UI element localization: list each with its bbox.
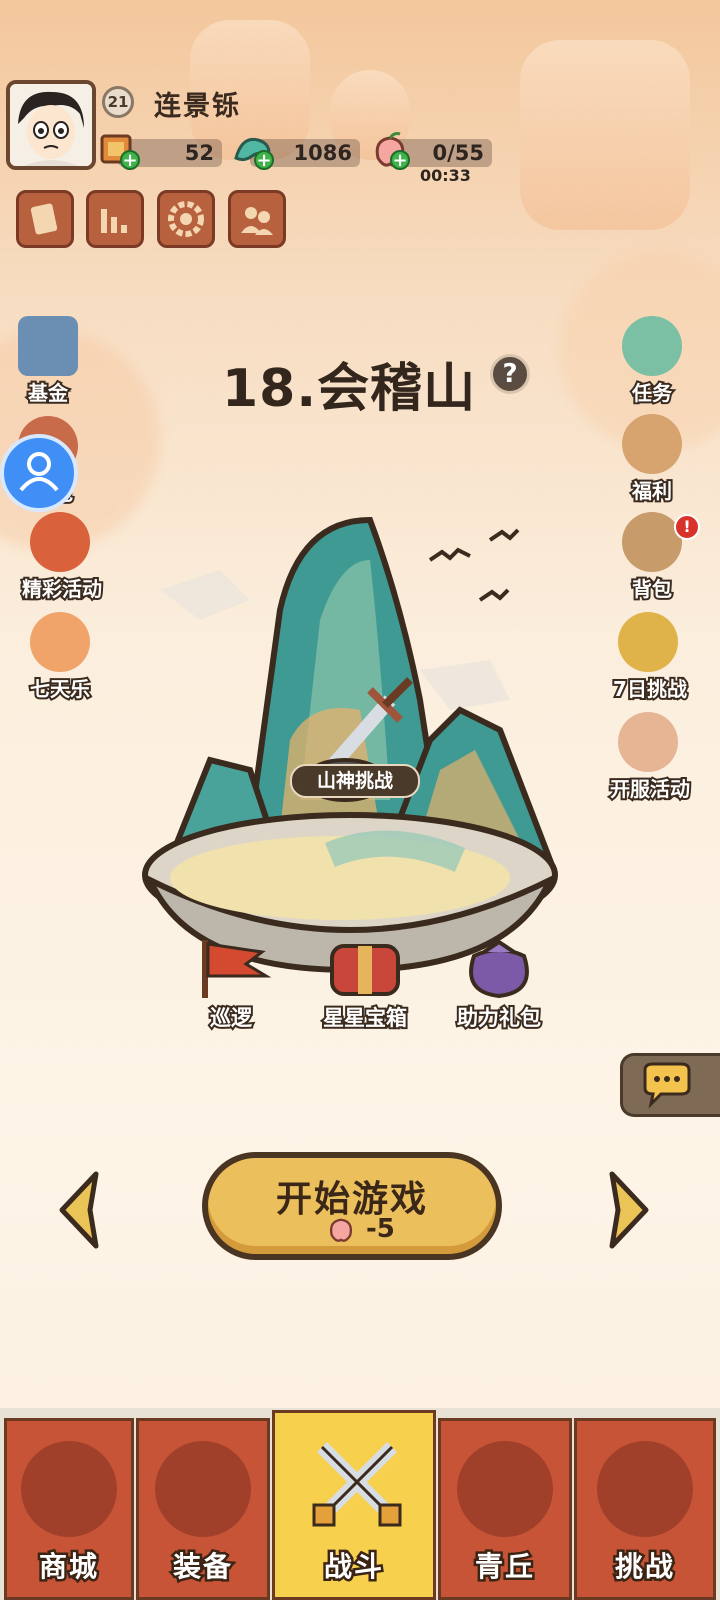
challenge-icon (597, 1441, 693, 1537)
tab-battle[interactable]: 战斗 (272, 1410, 436, 1600)
friends-icon (241, 207, 273, 235)
star-chest-icon (330, 944, 400, 996)
ranking-button[interactable] (86, 190, 144, 248)
welfare-label: 福利 (630, 477, 674, 505)
fund-label: 基金 (26, 379, 70, 407)
start-game-cost: -5 (366, 1214, 395, 1244)
previous-stage-arrow[interactable] (54, 1168, 104, 1252)
stamina-timer: 00:33 (420, 166, 471, 185)
battle-swords-icon (312, 1442, 402, 1527)
patrol-label: 巡逻 (208, 1004, 254, 1032)
tab-qingqiu-label: 青丘 (472, 1548, 535, 1586)
star-chest-button[interactable]: 星星宝箱 (310, 936, 420, 1032)
next-stage-arrow[interactable] (604, 1168, 654, 1252)
tab-challenge-label: 挑战 (612, 1548, 675, 1586)
seven-day-joy-button[interactable]: 七天乐 (12, 612, 108, 703)
tab-battle-label: 战斗 (321, 1548, 384, 1586)
equipment-icon (155, 1441, 251, 1537)
floating-user-button[interactable] (0, 434, 78, 512)
add-jade-button[interactable]: + (254, 150, 274, 170)
settings-gear-icon (168, 201, 204, 237)
peach-cost-icon (329, 1218, 353, 1242)
player-avatar[interactable] (6, 80, 96, 170)
tab-qingqiu[interactable]: 青丘 (438, 1418, 572, 1600)
server-open-event-label: 开服活动 (608, 775, 692, 803)
seven-day-joy-label: 七天乐 (28, 675, 92, 703)
tab-equipment-label: 装备 (170, 1548, 233, 1586)
card-button[interactable] (16, 190, 74, 248)
scroll-task-icon (622, 316, 682, 376)
stage-title: 18.会稽山 (222, 359, 477, 419)
tab-shop-label: 商城 (36, 1548, 99, 1586)
background-lantern (520, 40, 690, 230)
help-icon[interactable]: ? (490, 354, 530, 394)
server-open-event-icon (618, 712, 678, 772)
bag-welfare-icon (622, 414, 682, 474)
start-game-button[interactable]: 开始游戏 -5 (202, 1152, 502, 1260)
player-name: 连景铄 (154, 91, 241, 122)
assist-gift-button[interactable]: 助力礼包 (444, 936, 554, 1032)
wonderful-events-label: 精彩活动 (20, 575, 104, 603)
star-chest-label: 星星宝箱 (321, 1004, 409, 1032)
add-scroll-button[interactable]: + (120, 150, 140, 170)
mountain-god-challenge-label[interactable]: 山神挑战 (290, 764, 420, 798)
assist-gift-bag-icon (469, 939, 529, 999)
settings-button[interactable] (157, 190, 215, 248)
seven-day-challenge-button[interactable]: 7日挑战 (600, 612, 700, 703)
patrol-flag-icon (202, 940, 272, 998)
backpack-label: 背包 (630, 575, 674, 603)
assist-gift-label: 助力礼包 (455, 1004, 543, 1032)
tab-equipment[interactable]: 装备 (136, 1418, 270, 1600)
qingqiu-mountain-icon (457, 1441, 553, 1537)
friends-button[interactable] (228, 190, 286, 248)
level-badge: 21 (102, 86, 134, 118)
stamina-count: 0/55 (432, 141, 484, 165)
patrol-button[interactable]: 巡逻 (186, 936, 276, 1032)
seven-day-challenge-icon (618, 612, 678, 672)
add-stamina-button[interactable]: + (390, 150, 410, 170)
backpack-alert-badge: ! (674, 514, 700, 540)
wonderful-events-button[interactable]: 精彩活动 (12, 512, 112, 603)
backpack-icon (622, 512, 682, 572)
server-open-event-button[interactable]: 开服活动 (596, 712, 704, 803)
tab-challenge[interactable]: 挑战 (574, 1418, 716, 1600)
card-icon (30, 203, 58, 235)
backpack-button[interactable]: 背包 ! (604, 512, 700, 603)
shop-icon (21, 1441, 117, 1537)
chat-bubble-icon (643, 1062, 691, 1109)
lantern-icon (30, 612, 90, 672)
seven-day-challenge-label: 7日挑战 (611, 675, 689, 703)
tasks-label: 任务 (630, 379, 674, 407)
scroll-count: 52 (184, 141, 214, 165)
user-icon (19, 452, 59, 492)
stage-island-illustration[interactable] (130, 500, 570, 980)
tasks-button[interactable]: 任务 (604, 316, 700, 407)
jade-count: 1086 (293, 141, 352, 165)
welfare-button[interactable]: 福利 (604, 414, 700, 505)
fund-button[interactable]: 基金 (0, 316, 96, 407)
tab-shop[interactable]: 商城 (4, 1418, 134, 1600)
chat-button[interactable] (620, 1053, 720, 1117)
dragon-event-icon (30, 512, 90, 572)
ranking-icon (101, 209, 127, 233)
fund-icon (18, 316, 78, 376)
